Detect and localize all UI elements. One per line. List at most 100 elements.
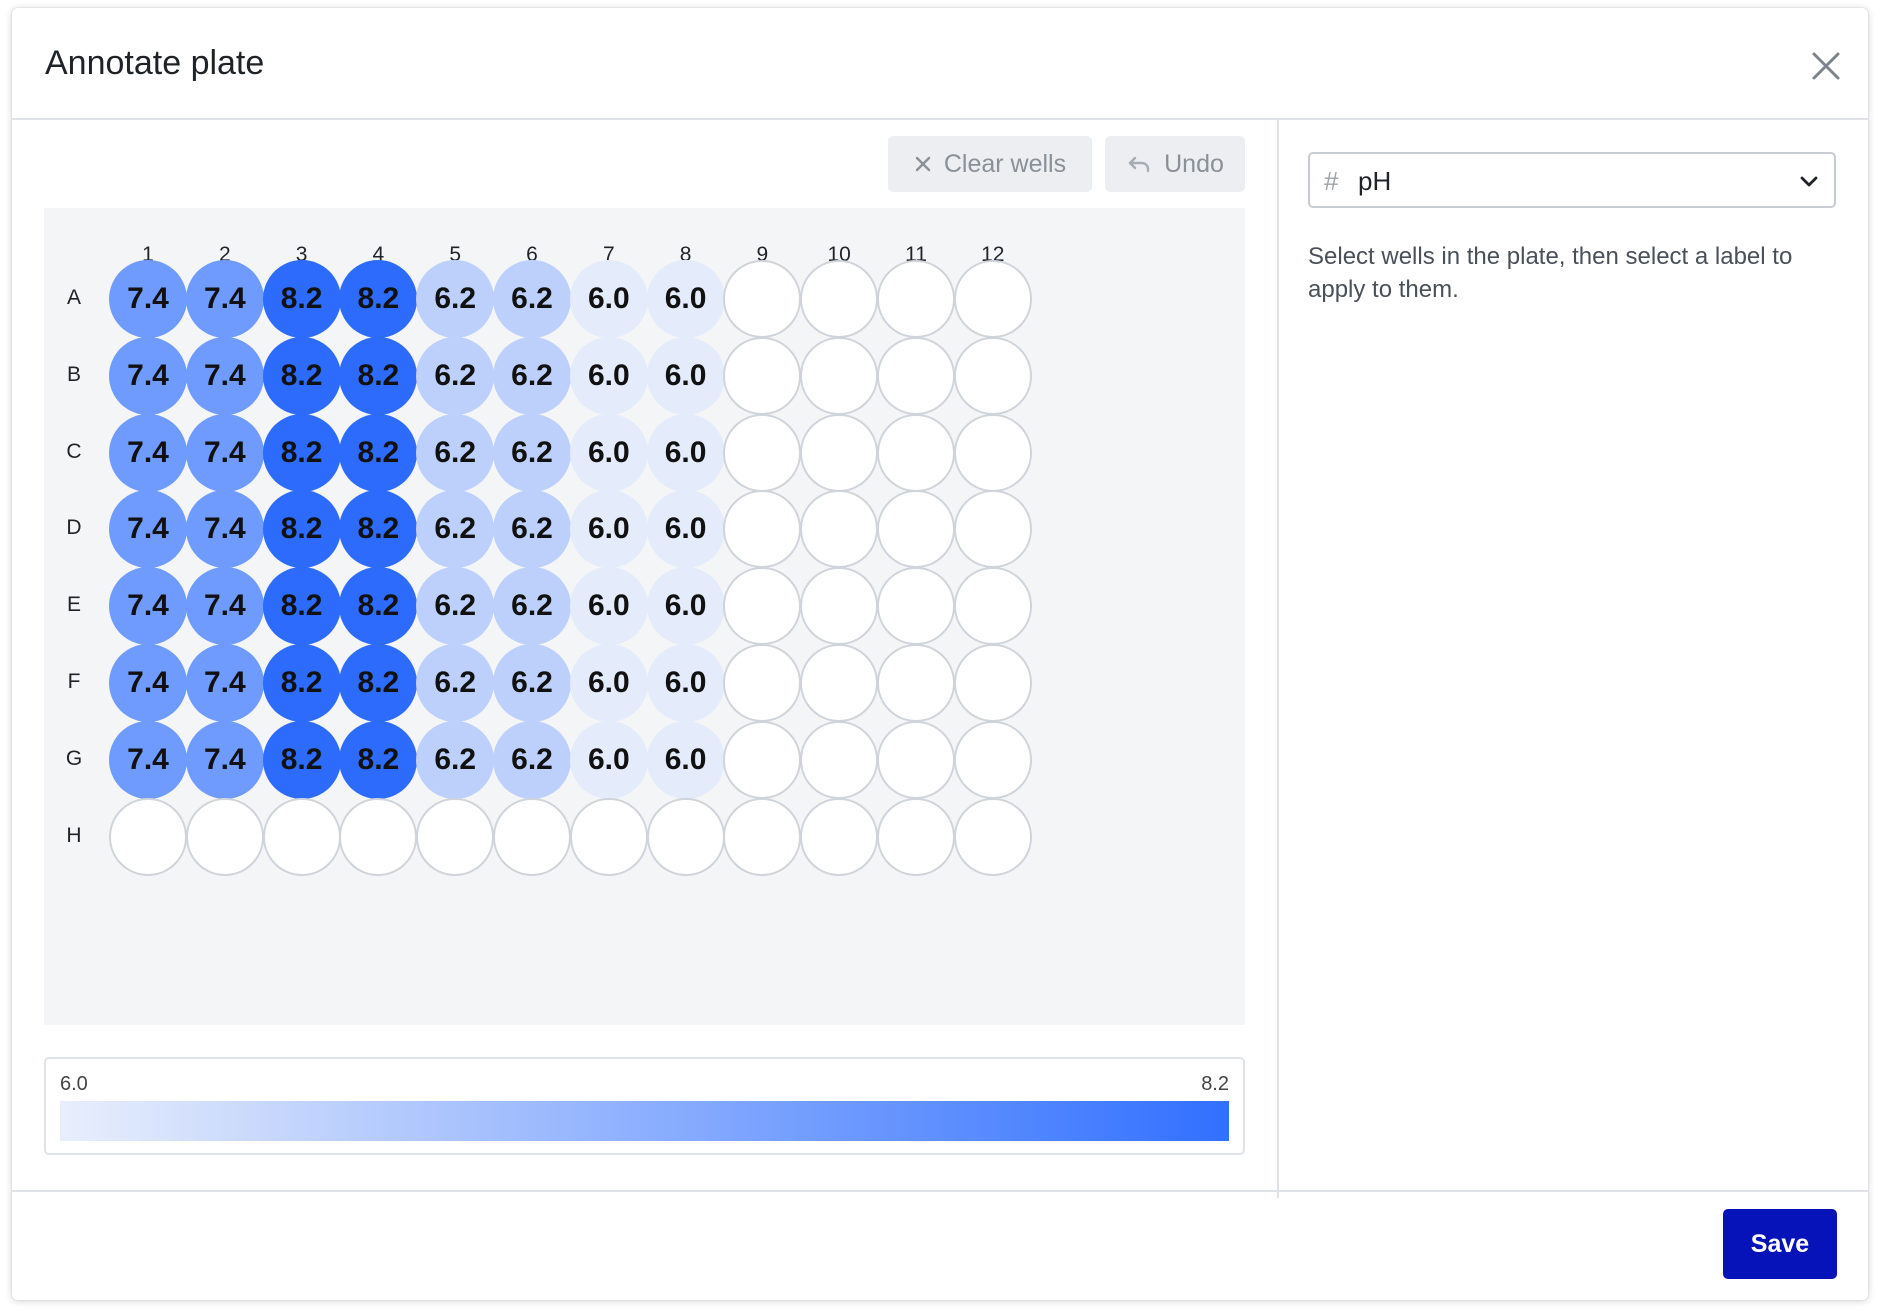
well[interactable] — [493, 797, 571, 876]
well[interactable]: 8.2 — [339, 490, 418, 569]
well[interactable] — [877, 720, 955, 799]
well[interactable] — [800, 490, 879, 569]
well[interactable]: 7.4 — [109, 336, 187, 415]
well[interactable]: 7.4 — [109, 260, 187, 338]
well[interactable]: 8.2 — [339, 336, 418, 415]
well[interactable] — [800, 260, 879, 338]
well[interactable] — [953, 720, 1032, 799]
well[interactable] — [877, 336, 955, 415]
well[interactable] — [953, 260, 1032, 338]
well[interactable]: 6.0 — [646, 644, 725, 722]
well[interactable]: 8.2 — [262, 490, 341, 569]
well[interactable]: 8.2 — [339, 260, 418, 338]
well[interactable] — [800, 413, 879, 492]
well[interactable]: 8.2 — [339, 644, 418, 722]
well[interactable]: 6.2 — [416, 336, 495, 415]
well[interactable]: 8.2 — [339, 567, 418, 646]
well[interactable] — [877, 797, 955, 876]
well[interactable]: 7.4 — [185, 490, 264, 569]
well[interactable]: 7.4 — [185, 260, 264, 338]
well[interactable]: 8.2 — [262, 336, 341, 415]
label-select[interactable]: # pH — [1308, 152, 1836, 208]
well[interactable]: 6.0 — [646, 567, 725, 646]
well[interactable] — [109, 797, 187, 876]
well[interactable]: 8.2 — [339, 720, 418, 799]
well[interactable]: 6.0 — [646, 260, 725, 338]
well[interactable] — [723, 720, 802, 799]
well[interactable]: 7.4 — [185, 413, 264, 492]
well[interactable] — [185, 797, 264, 876]
well[interactable]: 8.2 — [262, 413, 341, 492]
well[interactable] — [953, 644, 1032, 722]
well[interactable] — [262, 797, 341, 876]
well[interactable]: 6.2 — [493, 336, 571, 415]
save-button[interactable]: Save — [1723, 1209, 1837, 1279]
well[interactable]: 7.4 — [185, 720, 264, 799]
well[interactable]: 6.2 — [416, 490, 495, 569]
well[interactable]: 6.2 — [493, 720, 571, 799]
well[interactable]: 7.4 — [109, 644, 187, 722]
well[interactable] — [723, 797, 802, 876]
well[interactable]: 7.4 — [185, 644, 264, 722]
well[interactable] — [646, 797, 725, 876]
well[interactable] — [339, 797, 418, 876]
well[interactable]: 6.2 — [416, 644, 495, 722]
well[interactable] — [877, 644, 955, 722]
well[interactable]: 6.2 — [416, 260, 495, 338]
well[interactable]: 6.0 — [569, 336, 648, 415]
well[interactable]: 7.4 — [185, 567, 264, 646]
well[interactable] — [877, 490, 955, 569]
well[interactable]: 6.2 — [416, 567, 495, 646]
well[interactable] — [953, 490, 1032, 569]
undo-button[interactable]: Undo — [1105, 136, 1245, 192]
well[interactable] — [877, 413, 955, 492]
well[interactable]: 7.4 — [109, 413, 187, 492]
well[interactable]: 7.4 — [109, 490, 187, 569]
well[interactable]: 6.0 — [646, 413, 725, 492]
well[interactable] — [953, 797, 1032, 876]
well[interactable]: 6.0 — [646, 490, 725, 569]
well[interactable] — [800, 644, 879, 722]
well[interactable] — [953, 413, 1032, 492]
well[interactable]: 8.2 — [339, 413, 418, 492]
clear-wells-button[interactable]: Clear wells — [888, 136, 1092, 192]
well[interactable] — [877, 260, 955, 338]
well[interactable] — [953, 567, 1032, 646]
well[interactable]: 6.0 — [646, 720, 725, 799]
well[interactable]: 6.0 — [569, 567, 648, 646]
well[interactable]: 8.2 — [262, 644, 341, 722]
well[interactable]: 6.2 — [493, 567, 571, 646]
well[interactable] — [723, 567, 802, 646]
well[interactable]: 6.2 — [416, 720, 495, 799]
well[interactable]: 6.0 — [569, 720, 648, 799]
well[interactable]: 7.4 — [109, 720, 187, 799]
well[interactable]: 7.4 — [185, 336, 264, 415]
well[interactable] — [723, 644, 802, 722]
well[interactable]: 7.4 — [109, 567, 187, 646]
close-button[interactable] — [1804, 44, 1848, 88]
well[interactable]: 6.2 — [416, 413, 495, 492]
well[interactable] — [569, 797, 648, 876]
well[interactable] — [723, 490, 802, 569]
well[interactable] — [800, 797, 879, 876]
well[interactable]: 6.0 — [646, 336, 725, 415]
well[interactable]: 6.2 — [493, 490, 571, 569]
well[interactable]: 6.0 — [569, 644, 648, 722]
well[interactable] — [800, 567, 879, 646]
well[interactable] — [416, 797, 495, 876]
well[interactable] — [800, 336, 879, 415]
well[interactable]: 8.2 — [262, 260, 341, 338]
well[interactable]: 6.0 — [569, 490, 648, 569]
well[interactable]: 6.2 — [493, 413, 571, 492]
well[interactable] — [723, 413, 802, 492]
well[interactable]: 6.0 — [569, 413, 648, 492]
well[interactable] — [723, 336, 802, 415]
well[interactable] — [800, 720, 879, 799]
well[interactable] — [953, 336, 1032, 415]
well[interactable]: 6.2 — [493, 260, 571, 338]
well[interactable]: 6.0 — [569, 260, 648, 338]
well[interactable]: 8.2 — [262, 567, 341, 646]
well[interactable] — [723, 260, 802, 338]
well[interactable]: 8.2 — [262, 720, 341, 799]
well[interactable] — [877, 567, 955, 646]
